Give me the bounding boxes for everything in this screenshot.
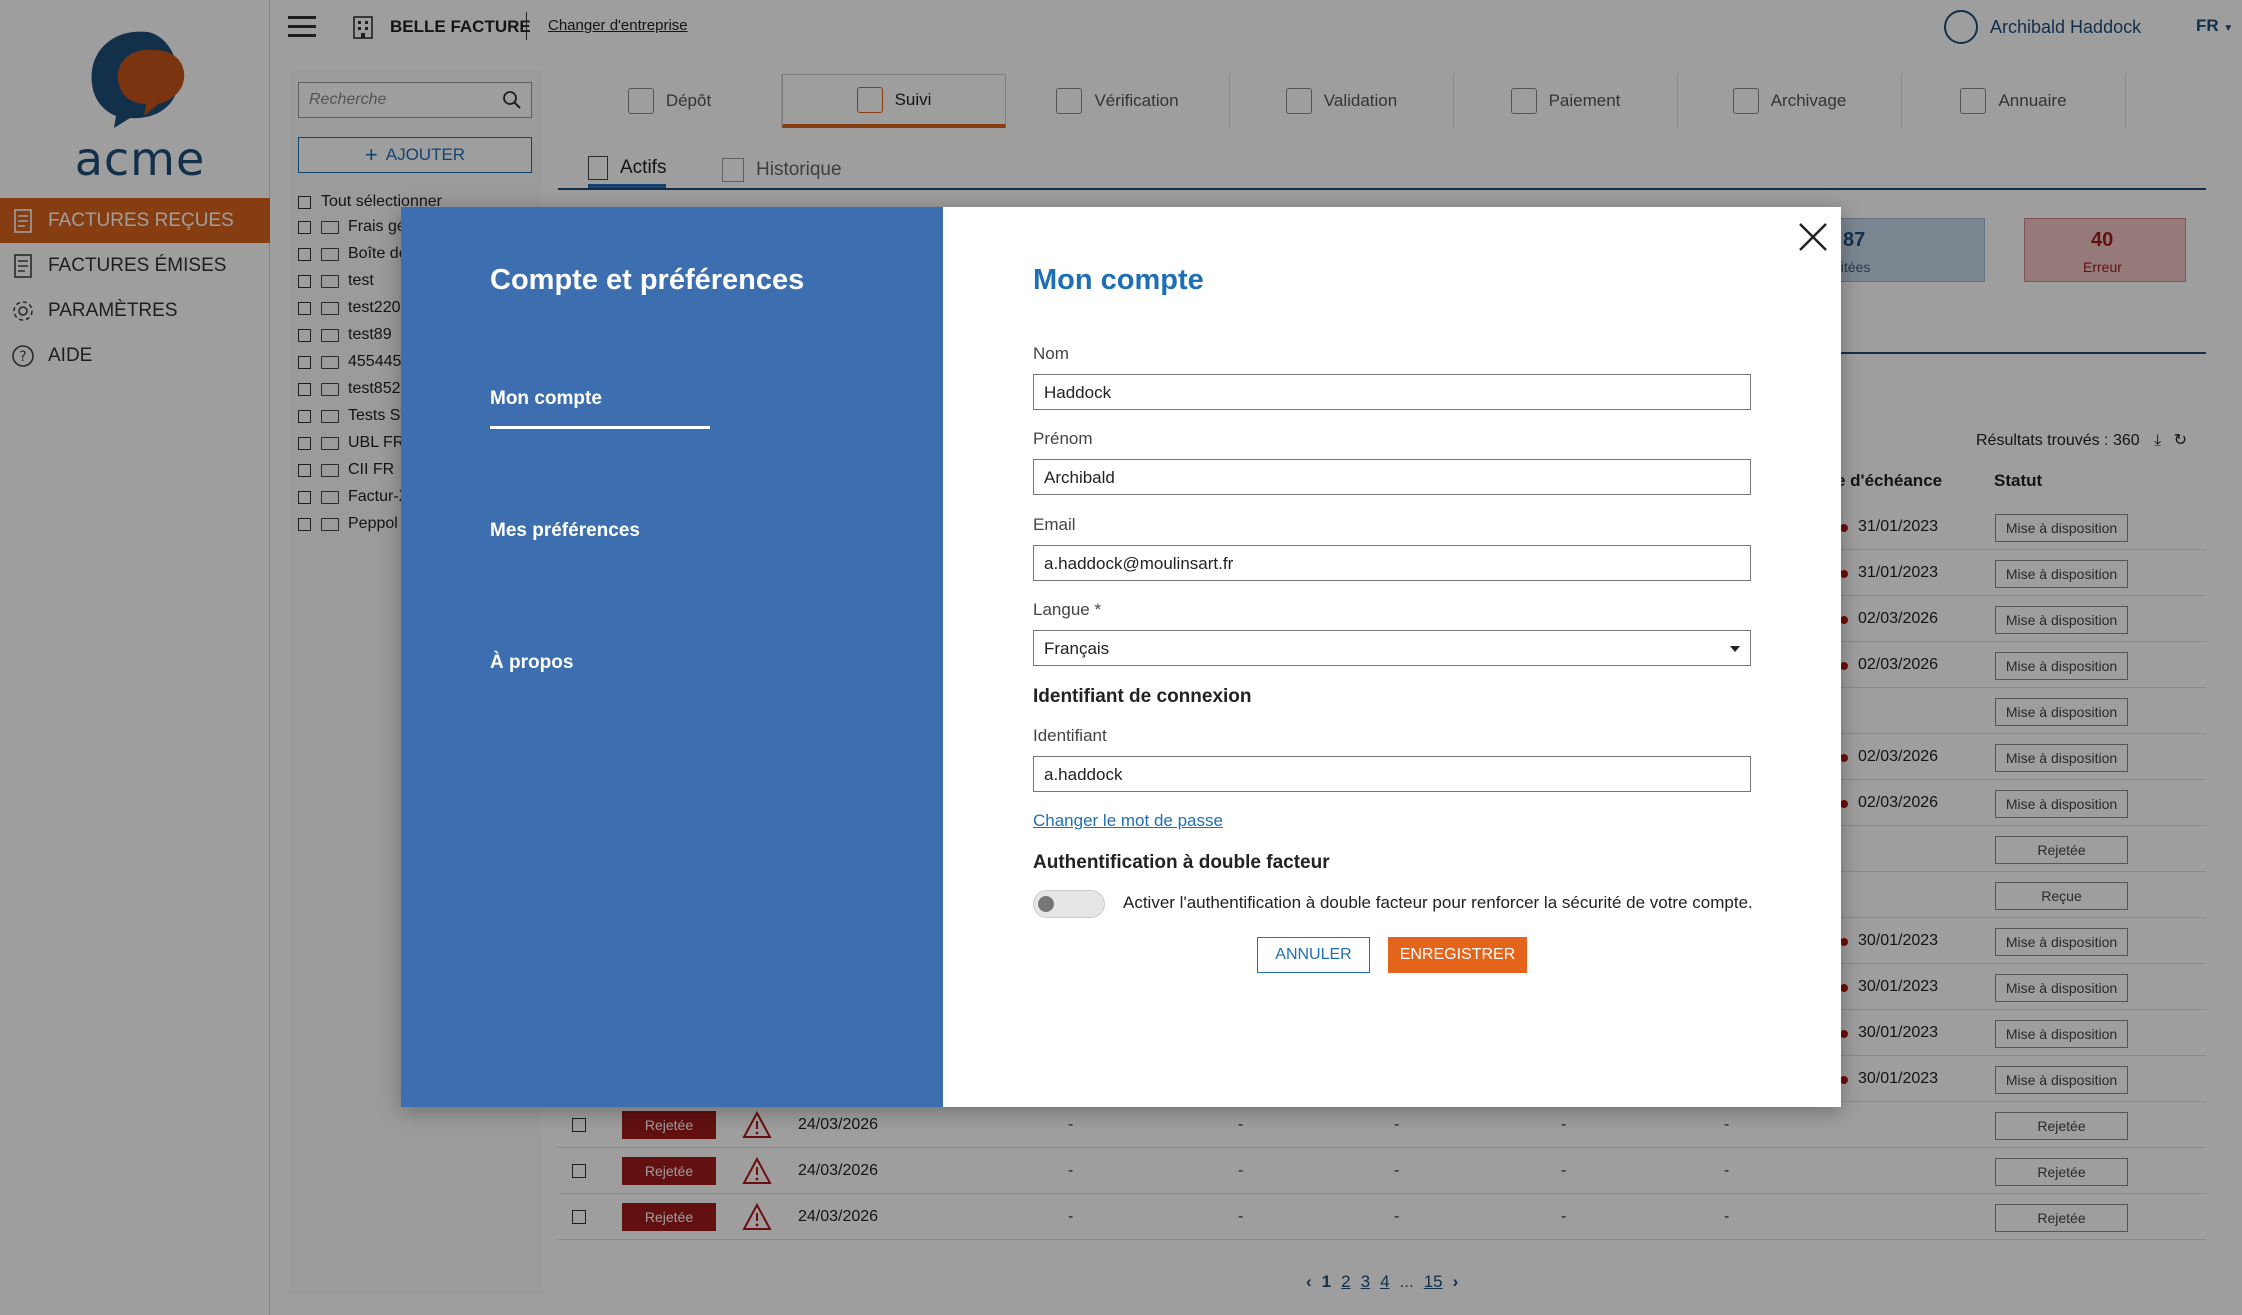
change-password-link[interactable]: Changer le mot de passe xyxy=(1033,811,1223,831)
login-label: Identifiant xyxy=(1033,726,1107,745)
login-heading: Identifiant de connexion xyxy=(1033,686,1252,707)
langue-select[interactable]: Français xyxy=(1033,630,1751,666)
section-title: Mon compte xyxy=(1033,264,1204,296)
langue-selected-value: Français xyxy=(1044,639,1110,658)
twofa-heading: Authentification à double facteur xyxy=(1033,852,1330,873)
modal-nav-mon-compte[interactable]: Mon compte xyxy=(490,388,602,410)
prenom-label: Prénom xyxy=(1033,429,1093,448)
modal-nav-panel xyxy=(401,207,943,1107)
close-icon[interactable] xyxy=(1796,220,1830,254)
twofa-description: Activer l'authentification à double fact… xyxy=(1123,893,1753,912)
login-input[interactable]: a.haddock xyxy=(1033,756,1751,792)
modal-nav-mes-preferences[interactable]: Mes préférences xyxy=(490,520,640,542)
active-nav-indicator xyxy=(490,426,710,429)
email-input[interactable]: a.haddock@moulinsart.fr xyxy=(1033,545,1751,581)
modal-title: Compte et préférences xyxy=(490,264,805,296)
nom-input[interactable]: Haddock xyxy=(1033,374,1751,410)
save-button[interactable]: ENREGISTRER xyxy=(1388,937,1527,973)
toggle-knob xyxy=(1038,896,1054,912)
modal-nav-a-propos[interactable]: À propos xyxy=(490,652,573,674)
email-label: Email xyxy=(1033,515,1076,534)
langue-label: Langue * xyxy=(1033,600,1102,619)
caret-down-icon xyxy=(1730,646,1740,652)
nom-label: Nom xyxy=(1033,344,1069,363)
cancel-button[interactable]: ANNULER xyxy=(1257,937,1370,973)
prenom-input[interactable]: Archibald xyxy=(1033,459,1751,495)
